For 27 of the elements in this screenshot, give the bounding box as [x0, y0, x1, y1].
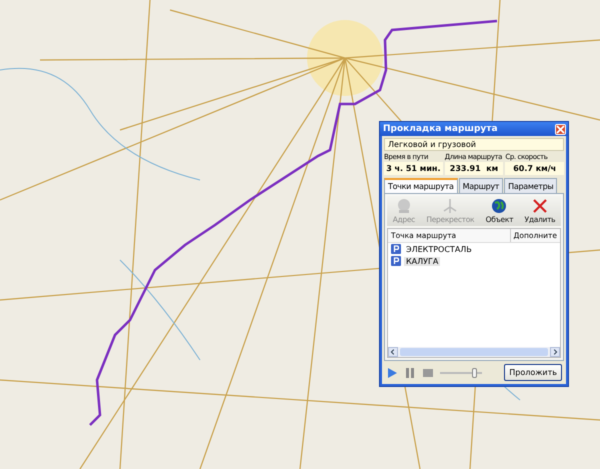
window-title: Прокладка маршрута	[383, 124, 498, 134]
tab[interactable]: Параметры	[504, 178, 558, 193]
route-point[interactable]: КАЛУГА	[404, 256, 440, 266]
close-icon	[556, 124, 565, 134]
parking-icon	[391, 256, 401, 266]
vehicle-type-field[interactable]: Легковой и грузовой	[384, 138, 564, 151]
tab[interactable]: Точки маршрута	[384, 178, 458, 193]
scroll-right-icon[interactable]	[550, 347, 560, 357]
slider-thumb[interactable]	[472, 368, 477, 378]
scroll-left-icon[interactable]	[388, 347, 398, 357]
delete-icon	[532, 198, 548, 214]
stat-value: 3 ч. 51 мин.	[384, 162, 443, 175]
globe-icon	[491, 198, 508, 214]
tab[interactable]: Маршрут	[458, 178, 504, 193]
pause-icon[interactable]	[404, 366, 416, 378]
scrollbar-thumb[interactable]	[400, 348, 548, 356]
crossroad-icon	[442, 198, 458, 214]
speed-slider[interactable]	[440, 366, 482, 378]
play-icon[interactable]	[386, 366, 398, 378]
stat-value: 60.7 км/ч	[505, 162, 564, 175]
stop-icon[interactable]	[422, 366, 434, 378]
stat-value: 233.91 км	[444, 162, 504, 175]
route-point[interactable]: ЭЛЕКТРОСТАЛЬ	[404, 244, 474, 254]
close-button[interactable]	[555, 124, 566, 134]
stamp-icon	[396, 198, 412, 214]
build-route-button[interactable]: Проложить	[504, 364, 562, 381]
horizontal-scrollbar[interactable]	[388, 347, 560, 357]
